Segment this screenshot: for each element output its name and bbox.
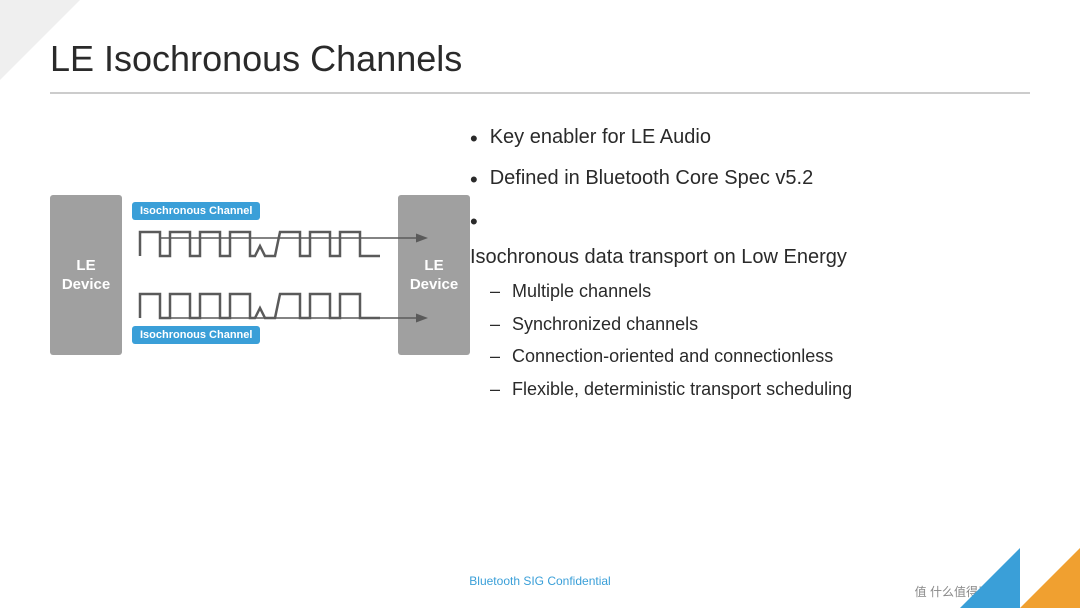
channel-row-1: Isochronous Channel [132, 202, 388, 264]
triangle-blue [960, 548, 1020, 608]
sub-bullet-2: Synchronized channels [490, 309, 852, 340]
bullet-item-3: Isochronous data transport on Low Energy… [470, 203, 1020, 407]
channels-area: Isochronous Channel Isochronous Channel [122, 202, 398, 348]
sub-bullet-1: Multiple channels [490, 276, 852, 307]
right-content: Key enabler for LE Audio Defined in Blue… [470, 120, 1020, 411]
left-le-device: LEDevice [50, 195, 122, 355]
bullet-text-2: Defined in Bluetooth Core Spec v5.2 [490, 161, 814, 195]
bullet-text-1: Key enabler for LE Audio [490, 120, 711, 154]
bullet-item-2: Defined in Bluetooth Core Spec v5.2 [470, 161, 1020, 198]
channel2-label: Isochronous Channel [132, 326, 260, 344]
sub-bullet-4: Flexible, deterministic transport schedu… [490, 374, 852, 405]
corner-decoration-bottom-right [990, 548, 1080, 608]
triangle-orange [1020, 548, 1080, 608]
sub-bullet-list: Multiple channels Synchronized channels … [490, 276, 852, 406]
sub-bullet-text-2: Synchronized channels [512, 309, 698, 340]
channel1-label: Isochronous Channel [132, 202, 260, 220]
channel2-signal [132, 286, 388, 326]
sub-bullet-text-1: Multiple channels [512, 276, 651, 307]
signal2-svg [132, 286, 388, 326]
sub-bullet-text-3: Connection-oriented and connectionless [512, 341, 833, 372]
channel1-signal [132, 224, 388, 264]
footer-text: Bluetooth SIG Confidential [469, 574, 610, 588]
bullet-item-1: Key enabler for LE Audio [470, 120, 1020, 157]
diagram-container: LEDevice Isochronous Channel Isochronous… [50, 170, 470, 380]
bullet-list: Key enabler for LE Audio Defined in Blue… [470, 120, 1020, 407]
bullet-text-3: Isochronous data transport on Low Energy [470, 240, 847, 274]
slide-title: LE Isochronous Channels [50, 38, 462, 80]
title-underline [50, 92, 1030, 94]
channel-row-2: Isochronous Channel [132, 282, 388, 348]
signal1-svg [132, 224, 388, 264]
sub-bullet-3: Connection-oriented and connectionless [490, 341, 852, 372]
right-le-device: LEDevice [398, 195, 470, 355]
sub-bullet-text-4: Flexible, deterministic transport schedu… [512, 374, 852, 405]
